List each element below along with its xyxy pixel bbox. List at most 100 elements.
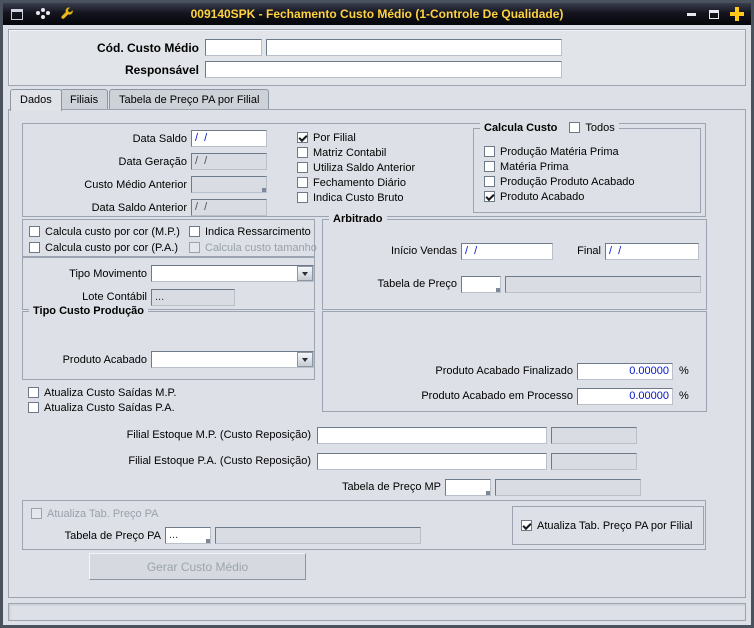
tabela-preco-pa-code-input[interactable]: ... [165,527,211,544]
checkbox-box [297,147,308,158]
tabela-preco-mp-desc-input[interactable] [495,479,641,496]
wrench-icon[interactable] [59,7,75,22]
checkbox-por-filial[interactable]: Por Filial [297,131,356,144]
checkbox-label: Atualiza Custo Saídas M.P. [44,386,177,399]
checkbox-producao-materia-prima[interactable]: Produção Matéria Prima [484,145,619,158]
inicio-vendas-input[interactable]: / / [461,243,553,260]
calcula-custo-header: Calcula Custo Todos [480,121,619,134]
produto-acabado-select[interactable]: EFETIVO [151,351,314,368]
custo-medio-anterior-input[interactable] [191,176,267,193]
chevron-down-icon [302,357,308,362]
filial-estoque-mp-input[interactable] [317,427,547,444]
checkbox-box [28,387,39,398]
processo-percent-label: % [679,390,689,402]
cod-custo-medio-desc-input[interactable] [266,39,562,56]
calcula-custo-title: Calcula Custo [484,121,558,134]
checkbox-producao-produto-acabado[interactable]: Produção Produto Acabado [484,175,635,188]
data-saldo-anterior-input[interactable]: / / [191,199,267,216]
checkbox-todos[interactable]: Todos [569,121,615,134]
chevron-down-icon [302,271,308,276]
wrench-icon-svg [61,7,74,20]
tab-filiais[interactable]: Filiais [60,89,109,110]
checkbox-fechamento-diario[interactable]: Fechamento Diário [297,176,406,189]
checkbox-atualiza-tab-preco-pa[interactable]: Atualiza Tab. Preço PA [31,507,159,520]
gerar-custo-medio-button[interactable]: Gerar Custo Médio [89,553,306,580]
checkbox-box [31,508,42,519]
data-saldo-input[interactable]: / / [191,130,267,147]
checkbox-label: Utiliza Saldo Anterior [313,161,416,174]
form-icon [11,8,23,20]
checkbox-label: Todos [585,121,615,134]
data-saldo-label: Data Saldo [132,133,187,145]
cod-custo-medio-input[interactable] [205,39,262,56]
system-menu-icon[interactable] [9,7,25,22]
checkbox-box [28,402,39,413]
responsavel-input[interactable] [205,61,562,78]
checkbox-box [189,242,200,253]
tipo-movimento-select[interactable]: AUTORIZAÇÃO [151,265,314,282]
checkbox-indica-custo-bruto[interactable]: Indica Custo Bruto [297,191,404,204]
tabela-preco-mp-code-input[interactable] [445,479,491,496]
checkbox-box [521,520,532,531]
produto-acabado-value: EFETIVO [179,367,226,368]
movimento-box: Tipo Movimento AUTORIZAÇÃO Lote Contábil… [22,257,315,310]
tabela-preco-code-input[interactable] [461,276,501,293]
calcula-custo-group: Calcula Custo Todos Produção Matéria Pri… [473,121,701,213]
checkbox-calcula-custo-cor-mp[interactable]: Calcula custo por cor (M.P.) [29,225,180,238]
data-saldo-anterior-label: Data Saldo Anterior [91,202,187,214]
filial-estoque-pa-input[interactable] [317,453,547,470]
filial-estoque-mp-label: Filial Estoque M.P. (Custo Reposição) [126,429,311,441]
dropdown-button[interactable] [297,352,313,367]
data-geracao-input[interactable]: / / [191,153,267,170]
checkbox-box [484,146,495,157]
tabela-preco-mp-label: Tabela de Preço MP [341,481,441,493]
checkbox-atualiza-custo-saidas-pa[interactable]: Atualiza Custo Saídas P.A. [28,401,175,414]
tabela-preco-desc-input[interactable] [505,276,701,293]
checkbox-label: Matriz Contabil [313,146,387,159]
inicio-vendas-label: Início Vendas [390,245,457,257]
checkbox-label: Produção Matéria Prima [500,145,619,158]
produto-acabado-processo-input[interactable]: 0.00000 [577,388,673,405]
checkbox-label: Produção Produto Acabado [500,175,635,188]
checkbox-label: Atualiza Custo Saídas P.A. [44,401,175,414]
checkbox-matriz-contabil[interactable]: Matriz Contabil [297,146,386,159]
maximize-button[interactable] [706,7,722,22]
checkbox-box [484,161,495,172]
tab-tabela-preco-pa-por-filial[interactable]: Tabela de Preço PA por Filial [109,89,270,110]
dates-flags-box: Data Saldo / / Data Geração / / Custo Mé… [22,121,706,217]
checkbox-utiliza-saldo-anterior[interactable]: Utiliza Saldo Anterior [297,161,415,174]
tipo-custo-producao-group: Tipo Custo Produção Produto Acabado EFET… [22,305,315,380]
header-panel: Cód. Custo Médio Responsável [8,29,746,86]
checkbox-label: Calcula custo por cor (M.P.) [45,225,180,238]
produto-acabado-label: Produto Acabado [62,354,147,366]
paw-icon[interactable] [34,7,50,22]
checkbox-box [484,176,495,187]
por-filial-subbox: Atualiza Tab. Preço PA por Filial [512,506,704,545]
tabela-preco-pa-desc-input[interactable] [215,527,421,544]
dropdown-button[interactable] [297,266,313,281]
filial-estoque-pa-filial-input[interactable] [551,453,637,470]
close-button[interactable] [729,7,745,22]
checkbox-produto-acabado[interactable]: Produto Acabado [484,190,584,203]
finalizado-percent-label: % [679,365,689,377]
tab-dados[interactable]: Dados [10,89,62,111]
cor-flags-box: Calcula custo por cor (M.P.) Indica Ress… [22,219,317,257]
checkbox-indica-ressarcimento[interactable]: Indica Ressarcimento [189,225,311,238]
checkbox-materia-prima[interactable]: Matéria Prima [484,160,568,173]
produto-acabado-finalizado-input[interactable]: 0.00000 [577,363,673,380]
checkbox-atualiza-custo-saidas-mp[interactable]: Atualiza Custo Saídas M.P. [28,386,176,399]
checkbox-box [297,192,308,203]
checkbox-label: Por Filial [313,131,356,144]
checkbox-label: Indica Custo Bruto [313,191,404,204]
checkbox-calcula-custo-tamanho[interactable]: Calcula custo tamanho [189,241,317,254]
filial-estoque-mp-filial-input[interactable] [551,427,637,444]
checkbox-label: Fechamento Diário [313,176,406,189]
lote-contabil-input[interactable]: ... [151,289,235,306]
checkbox-atualiza-tab-preco-pa-por-filial[interactable]: Atualiza Tab. Preço PA por Filial [521,519,693,532]
checkbox-calcula-custo-cor-pa[interactable]: Calcula custo por cor (P.A.) [29,241,178,254]
checkbox-box [569,122,581,133]
tab-page-dados: Data Saldo / / Data Geração / / Custo Mé… [8,109,746,598]
window-controls [683,3,745,25]
minimize-button[interactable] [683,7,699,22]
final-input[interactable]: / / [605,243,699,260]
